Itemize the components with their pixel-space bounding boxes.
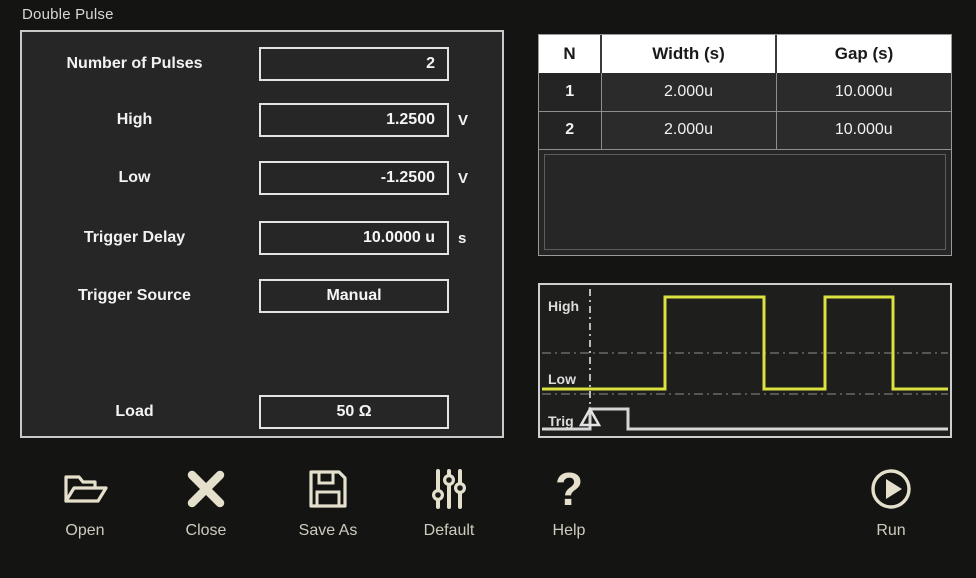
play-circle-icon [871,469,911,509]
save-as-button-label: Save As [298,522,358,539]
svg-text:?: ? [555,466,583,512]
table-cell-gap[interactable]: 10.000u [776,111,951,150]
play-circle-icon-wrap [868,458,914,520]
input-low-level[interactable]: -1.2500 [259,161,449,195]
column-header-n: N [539,35,602,73]
unit-high-level: V [458,111,469,129]
field-row-trigger-source: Trigger Source Manual [22,278,502,314]
input-trigger-source[interactable]: Manual [259,279,449,313]
input-load[interactable]: 50 Ω [259,395,449,429]
field-row-trigger-delay: Trigger Delay 10.0000 u s [22,220,502,256]
trigger-pulse-trace [542,407,948,431]
column-header-width: Width (s) [601,35,777,73]
pulse-table-head: N Width (s) Gap (s) [539,35,951,73]
field-row-high-level: High 1.2500 V [22,102,502,138]
label-high-level: High [116,111,153,128]
bottom-toolbar: Open Close Save As Default? Help Run [0,452,976,578]
close-button-label: Close [185,522,227,539]
folder-open-icon-wrap [62,458,108,520]
table-cell-gap[interactable]: 10.000u [776,73,951,112]
label-low-level: Low [118,169,151,186]
waveform-svg: High Low Trig [542,289,948,431]
waveform-label-low: Low [548,371,576,387]
label-trigger-delay: Trigger Delay [83,229,186,246]
waveform-label-trig: Trig [548,413,574,429]
page-title: Double Pulse [22,6,114,23]
run-button-label: Run [876,522,906,539]
pulse-table-body: 1 2.000u 10.000u 2 2.000u 10.000u [539,73,951,150]
default-button[interactable]: Default [394,452,504,562]
input-number-of-pulses[interactable]: 2 [259,47,449,81]
question-mark-icon-wrap: ? [546,458,592,520]
field-row-load: Load 50 Ω [22,394,502,430]
sliders-icon [431,469,467,509]
table-header-row: N Width (s) Gap (s) [539,35,951,73]
close-button[interactable]: Close [151,452,261,562]
input-trigger-delay[interactable]: 10.0000 u [259,221,449,255]
table-empty-area[interactable] [544,154,946,250]
waveform-label-high: High [548,298,579,314]
field-row-number-of-pulses: Number of Pulses 2 [22,46,502,82]
table-cell-n: 2 [539,111,602,150]
unit-trigger-delay: s [458,229,467,247]
question-mark-icon: ? [555,466,583,512]
column-header-gap: Gap (s) [776,35,951,73]
table-cell-n: 1 [539,73,602,112]
close-x-icon-wrap [183,458,229,520]
unit-low-level: V [458,169,469,187]
floppy-disk-icon-wrap [305,458,351,520]
table-cell-width[interactable]: 2.000u [601,111,777,150]
save-as-button[interactable]: Save As [273,452,383,562]
folder-open-icon [64,475,108,503]
help-button[interactable]: ? Help [514,452,624,562]
table-cell-width[interactable]: 2.000u [601,73,777,112]
waveform-preview: High Low Trig [538,283,952,438]
floppy-disk-icon [309,470,347,508]
open-button-label: Open [65,522,105,539]
output-pulse-trace [542,295,948,391]
settings-panel: Number of Pulses 2 High 1.2500 V Low -1.2500 V T… [20,30,504,438]
pulse-table-grid: N Width (s) Gap (s) 1 2.000u 10.000u 2 2.000… [539,35,951,150]
label-load: Load [115,403,154,420]
field-row-low-level: Low -1.2500 V [22,160,502,196]
table-row[interactable]: 2 2.000u 10.000u [539,111,951,150]
help-button-label: Help [552,522,586,539]
table-row[interactable]: 1 2.000u 10.000u [539,73,951,112]
close-x-icon [187,470,225,508]
label-trigger-source: Trigger Source [78,287,191,304]
run-button[interactable]: Run [836,452,946,562]
open-button[interactable]: Open [30,452,140,562]
input-high-level[interactable]: 1.2500 [259,103,449,137]
label-number-of-pulses: Number of Pulses [66,55,203,72]
pulse-table[interactable]: N Width (s) Gap (s) 1 2.000u 10.000u 2 2.000… [538,34,952,256]
default-button-label: Default [423,522,475,539]
sliders-icon-wrap [426,458,472,520]
